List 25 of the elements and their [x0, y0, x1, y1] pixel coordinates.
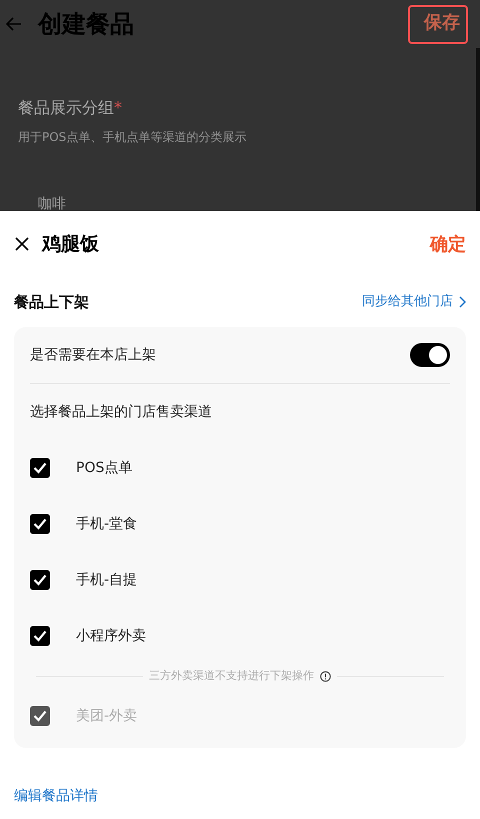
checkbox[interactable]: [30, 570, 50, 590]
field-hint: 用于POS点单、手机点单等渠道的分类展示: [18, 129, 248, 146]
channel-label: POS点单: [76, 458, 132, 478]
confirm-button[interactable]: 确定: [430, 230, 466, 258]
checkbox[interactable]: [30, 458, 50, 478]
channel-label: 手机-自提: [76, 570, 138, 590]
channel-label: 手机-堂食: [76, 514, 138, 534]
channels-heading: 选择餐品上架的门店售卖渠道: [30, 402, 212, 422]
sheet-title: 鸡腿饭: [42, 232, 99, 257]
notice-text: 三方外卖渠道不支持进行下架操作: [149, 668, 314, 684]
save-button[interactable]: 保存: [408, 4, 468, 44]
info-icon[interactable]: [320, 670, 331, 682]
checkbox[interactable]: [30, 626, 50, 646]
channel-label: 美团-外卖: [76, 706, 138, 726]
section-title: 餐品上下架: [14, 292, 89, 313]
field-label: 餐品展示分组*: [18, 97, 123, 119]
sync-link[interactable]: 同步给其他门店: [362, 292, 466, 312]
toggle-label: 是否需要在本店上架: [30, 346, 156, 364]
chevron-right-icon: [459, 296, 466, 308]
toggle-switch[interactable]: [410, 343, 450, 367]
edit-details-link[interactable]: 编辑餐品详情: [14, 786, 98, 807]
checkbox[interactable]: [30, 514, 50, 534]
channel-label: 小程序外卖: [76, 626, 146, 646]
category-option[interactable]: 咖啡: [38, 194, 462, 215]
close-icon[interactable]: [14, 236, 30, 252]
